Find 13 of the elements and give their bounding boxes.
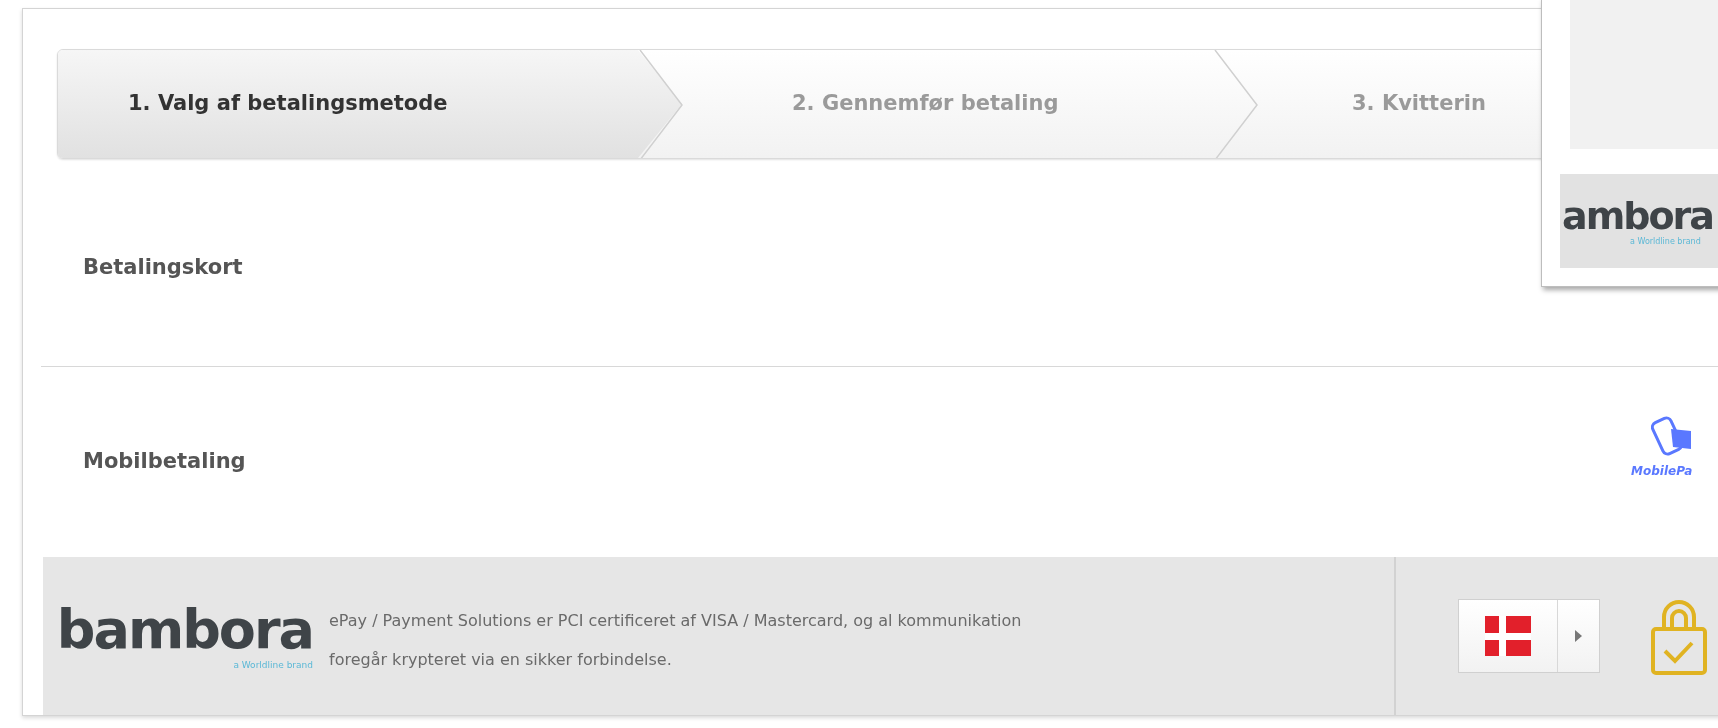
padlock-icon — [1650, 597, 1708, 675]
brand-tagline: a Worldline brand — [233, 660, 313, 670]
brand-wordmark: ambora — [1562, 196, 1714, 235]
brand-tagline: a Worldline brand — [1630, 237, 1702, 246]
denmark-flag-icon — [1485, 616, 1531, 656]
language-selector[interactable] — [1458, 599, 1600, 673]
brand-wordmark: bambora — [56, 602, 313, 657]
payment-method-label[interactable]: Betalingskort — [83, 251, 243, 284]
mobilepay-logo-text: MobilePa — [1631, 465, 1693, 477]
step-tab[interactable]: 1. Valg af betalingsmetode — [128, 88, 448, 120]
caret-icon — [1575, 630, 1582, 642]
payment-method-label[interactable]: Mobilbetaling — [83, 446, 246, 478]
security-notice: ePay / Payment Solutions er PCI certificeret af VISA / Mastercard, og al kommunikation foregår krypteret via en sikker forbindelse. — [329, 610, 1022, 671]
